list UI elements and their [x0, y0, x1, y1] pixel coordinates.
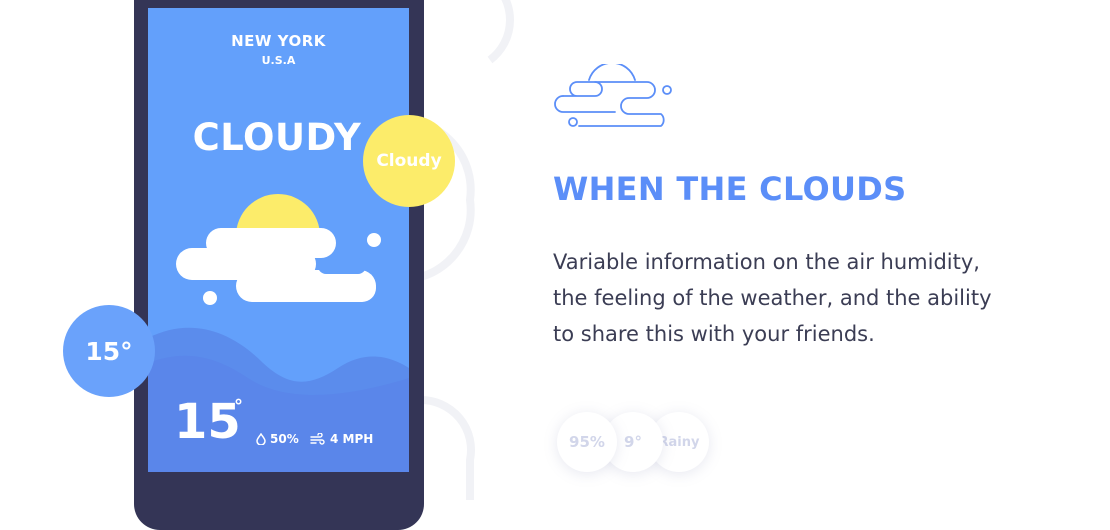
feature-description: Variable information on the air humidity… — [553, 244, 1053, 352]
humidity-stat: 50% — [256, 432, 299, 446]
droplet-icon — [256, 433, 266, 445]
humidity-value: 50% — [270, 432, 299, 446]
wind-stat: 4 MPH — [310, 432, 373, 446]
description-line: to share this with your friends. — [553, 322, 875, 346]
wind-icon — [310, 433, 325, 445]
sun-cloud-outline-icon — [554, 64, 672, 127]
feature-title: WHEN THE CLOUDS — [553, 170, 907, 208]
temperature-badge: 15° — [63, 305, 155, 397]
degree-symbol: ° — [234, 396, 243, 417]
city-name: NEW YORK — [231, 32, 326, 50]
phone-screen: NEW YORK U.S.A CLOUDY 15 ° 50% 4 MPH — [148, 8, 409, 472]
sun-cloud-icon — [176, 194, 381, 305]
description-line: the feeling of the weather, and the abil… — [553, 286, 992, 310]
country-name: U.S.A — [261, 54, 296, 67]
humidity-chip[interactable]: 95% — [557, 412, 617, 472]
current-temperature: 15 — [174, 394, 241, 450]
condition-badge: Cloudy — [363, 115, 455, 207]
wind-value: 4 MPH — [330, 432, 374, 446]
description-line: Variable information on the air humidity… — [553, 250, 980, 274]
